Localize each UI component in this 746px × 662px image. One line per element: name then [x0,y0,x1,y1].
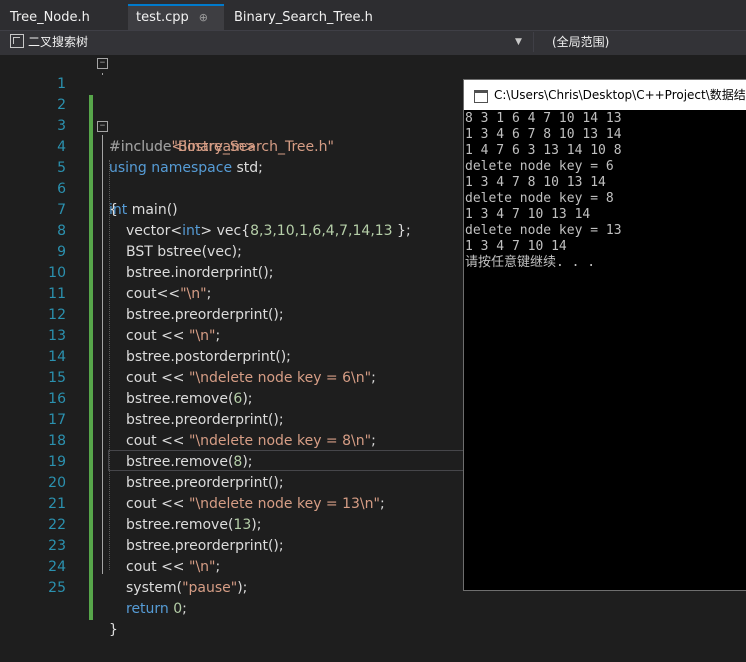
console-line: 1 3 4 6 7 8 10 13 14 [465,127,622,142]
change-bar [89,599,93,620]
console-output: 8 3 1 6 4 7 10 14 13 1 3 4 6 7 8 10 13 1… [465,111,622,271]
console-line: delete node key = 8 [465,191,614,206]
console-line: 1 3 4 7 10 14 [465,239,567,254]
document-tab-strip: Tree_Node.h test.cpp ⊕ Binary_Search_Tree… [0,0,746,30]
tab-tree-node-h[interactable]: Tree_Node.h [10,6,90,30]
collapse-icon[interactable]: − [97,58,108,69]
console-line: 1 3 4 7 8 10 13 14 [465,175,606,190]
console-app-icon [474,90,488,103]
console-line: delete node key = 6 [465,159,614,174]
console-title-bar[interactable]: C:\Users\Chris\Desktop\C++Project\数据结构 [464,80,746,110]
code-line: 1 − #include"Binary_Search_Tree.h" [0,53,746,155]
line-number: 25 [48,580,66,596]
code-text: ); [237,580,248,596]
tab-label: test.cpp [136,10,189,25]
code-text: ; [182,601,187,617]
console-line: 1 3 4 7 10 13 14 [465,207,591,222]
code-text: } [109,622,118,638]
string: "pause" [182,580,238,596]
tab-binary-search-tree-h[interactable]: Binary_Search_Tree.h [234,6,373,30]
number: 0 [168,601,183,617]
console-title: C:\Users\Chris\Desktop\C++Project\数据结构 [494,88,746,102]
console-line: 请按任意键继续. . . [465,255,596,270]
tab-test-cpp[interactable]: test.cpp ⊕ [128,4,224,30]
change-bar [89,578,93,599]
member-label: (全局范围) [552,35,610,49]
code-text: system( [126,580,183,596]
collapse-icon[interactable]: − [97,121,108,132]
scope-label: 二叉搜索树 [28,35,89,49]
console-line: delete node key = 13 [465,223,622,238]
console-line: 8 3 1 6 4 7 10 14 13 [465,111,622,126]
pin-icon[interactable]: ⊕ [199,11,208,24]
tab-label: Tree_Node.h [10,10,90,25]
console-line: 1 4 7 6 3 13 14 10 8 [465,143,622,158]
tab-label: Binary_Search_Tree.h [234,10,373,25]
member-dropdown[interactable]: (全局范围) [533,32,746,52]
console-window[interactable]: C:\Users\Chris\Desktop\C++Project\数据结构 8… [463,79,746,591]
chevron-down-icon: ▼ [515,37,522,47]
class-icon [10,34,24,48]
keyword: return [126,601,169,617]
scope-dropdown[interactable]: 二叉搜索树 ▼ [0,32,528,52]
